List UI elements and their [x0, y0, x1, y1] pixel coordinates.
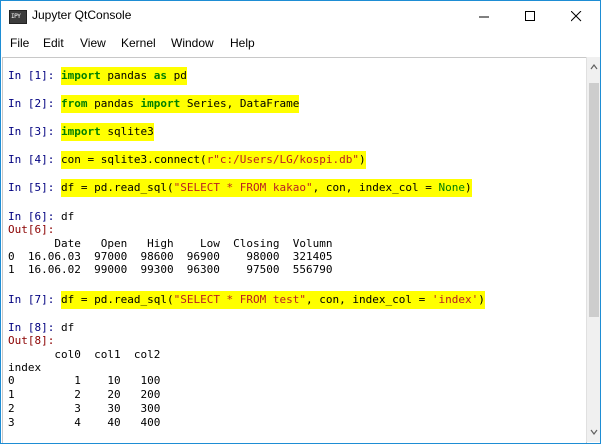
input-prompt: In [6]:: [8, 210, 61, 223]
table-row: 3 4 40 400: [8, 416, 161, 429]
menu-help[interactable]: Help: [230, 36, 255, 50]
menu-window[interactable]: Window: [171, 36, 214, 50]
table-row: 1 2 20 200: [8, 388, 161, 401]
keyword: as: [153, 69, 167, 82]
code-text: df = pd.read_sql(: [60, 293, 174, 306]
cell-4-input: In [4]: con = sqlite3.connect(r"c:/Users…: [8, 151, 366, 169]
vertical-scrollbar[interactable]: [586, 57, 600, 442]
code-text: df: [60, 210, 75, 223]
input-prompt: In [2]:: [8, 97, 61, 110]
code-text: con = sqlite3.connect(: [60, 153, 207, 166]
keyword: import: [140, 97, 181, 110]
code-text: , con, index_col =: [312, 181, 439, 194]
code-text: Series, DataFrame: [180, 97, 300, 110]
output-prompt: Out[8]:: [8, 334, 55, 347]
input-prompt: In [4]:: [8, 153, 61, 166]
code-text: pd: [166, 69, 187, 82]
string-literal: 'index': [431, 293, 479, 306]
input-prompt: In [8]:: [8, 321, 61, 334]
table-row: 0 16.06.03 97000 98600 96900 98000 32140…: [8, 250, 333, 263]
scrollbar-thumb[interactable]: [589, 83, 599, 317]
scroll-up-arrow-icon[interactable]: [590, 63, 598, 71]
input-prompt: In [1]:: [8, 69, 61, 82]
code-text: df: [60, 321, 75, 334]
code-text: ): [465, 181, 472, 194]
code-highlight: df = pd.read_sql("SELECT * FROM test", c…: [60, 291, 485, 309]
cell-2-input: In [2]: from pandas import Series, DataF…: [8, 95, 300, 113]
code-text: , con, index_col =: [306, 293, 432, 306]
menu-file[interactable]: File: [10, 36, 29, 50]
qtconsole-window: IPY Jupyter QtConsole File Edit View Ker…: [0, 0, 601, 444]
code-text: pandas: [87, 97, 141, 110]
table-index-label: index: [8, 361, 42, 374]
maximize-button[interactable]: [508, 1, 554, 32]
cell-8-input: In [8]: df: [8, 321, 74, 334]
cell-7-input: In [7]: df = pd.read_sql("SELECT * FROM …: [8, 291, 485, 309]
table-row: 1 16.06.02 99000 99300 96300 97500 55679…: [8, 263, 333, 276]
table-header: Date Open High Low Closing Volumn: [8, 237, 333, 250]
close-icon: [571, 11, 582, 22]
code-highlight: import sqlite3: [60, 123, 154, 141]
cell-1-input: In [1]: import pandas as pd: [8, 67, 187, 85]
cell-3-input: In [3]: import sqlite3: [8, 123, 154, 141]
table-row: 2 3 30 300: [8, 402, 161, 415]
code-highlight: df = pd.read_sql("SELECT * FROM kakao", …: [60, 179, 472, 197]
table-header: col0 col1 col2: [8, 348, 161, 361]
cell-6-input: In [6]: df: [8, 210, 74, 223]
builtin-constant: None: [438, 181, 466, 194]
menu-kernel[interactable]: Kernel: [121, 36, 156, 50]
table-row: 0 1 10 100: [8, 374, 161, 387]
input-prompt: In [7]:: [8, 293, 61, 306]
output-prompt: Out[6]:: [8, 223, 55, 236]
menu-view[interactable]: View: [80, 36, 106, 50]
menu-edit[interactable]: Edit: [43, 36, 64, 50]
title-bar[interactable]: IPY Jupyter QtConsole: [1, 1, 600, 32]
window-title: Jupyter QtConsole: [32, 8, 132, 22]
minimize-button[interactable]: [462, 1, 508, 32]
code-highlight: from pandas import Series, DataFrame: [60, 95, 300, 113]
code-text: ): [478, 293, 485, 306]
maximize-icon: [525, 11, 535, 21]
string-literal: r"c:/Users/LG/kospi.db": [206, 153, 360, 166]
code-text: df = pd.read_sql(: [60, 181, 174, 194]
menu-bar: File Edit View Kernel Window Help: [1, 32, 600, 54]
minimize-icon: [479, 16, 489, 18]
code-text: pandas: [100, 69, 154, 82]
string-literal: "SELECT * FROM test": [173, 293, 307, 306]
keyword: import: [60, 69, 101, 82]
string-literal: "SELECT * FROM kakao": [173, 181, 313, 194]
close-button[interactable]: [554, 1, 600, 32]
app-icon-label: IPY: [11, 13, 21, 20]
cell-5-input: In [5]: df = pd.read_sql("SELECT * FROM …: [8, 179, 472, 197]
input-prompt: In [3]:: [8, 125, 61, 138]
console-output-area[interactable]: In [1]: import pandas as pd In [2]: from…: [2, 57, 587, 443]
code-text: sqlite3: [100, 125, 154, 138]
code-text: ): [359, 153, 366, 166]
input-prompt: In [5]:: [8, 181, 61, 194]
code-highlight: import pandas as pd: [60, 67, 187, 85]
code-highlight: con = sqlite3.connect(r"c:/Users/LG/kosp…: [60, 151, 366, 169]
scroll-down-arrow-icon[interactable]: [590, 428, 598, 436]
jupyter-app-icon: IPY: [9, 10, 27, 24]
keyword: import: [60, 125, 101, 138]
keyword: from: [60, 97, 88, 110]
